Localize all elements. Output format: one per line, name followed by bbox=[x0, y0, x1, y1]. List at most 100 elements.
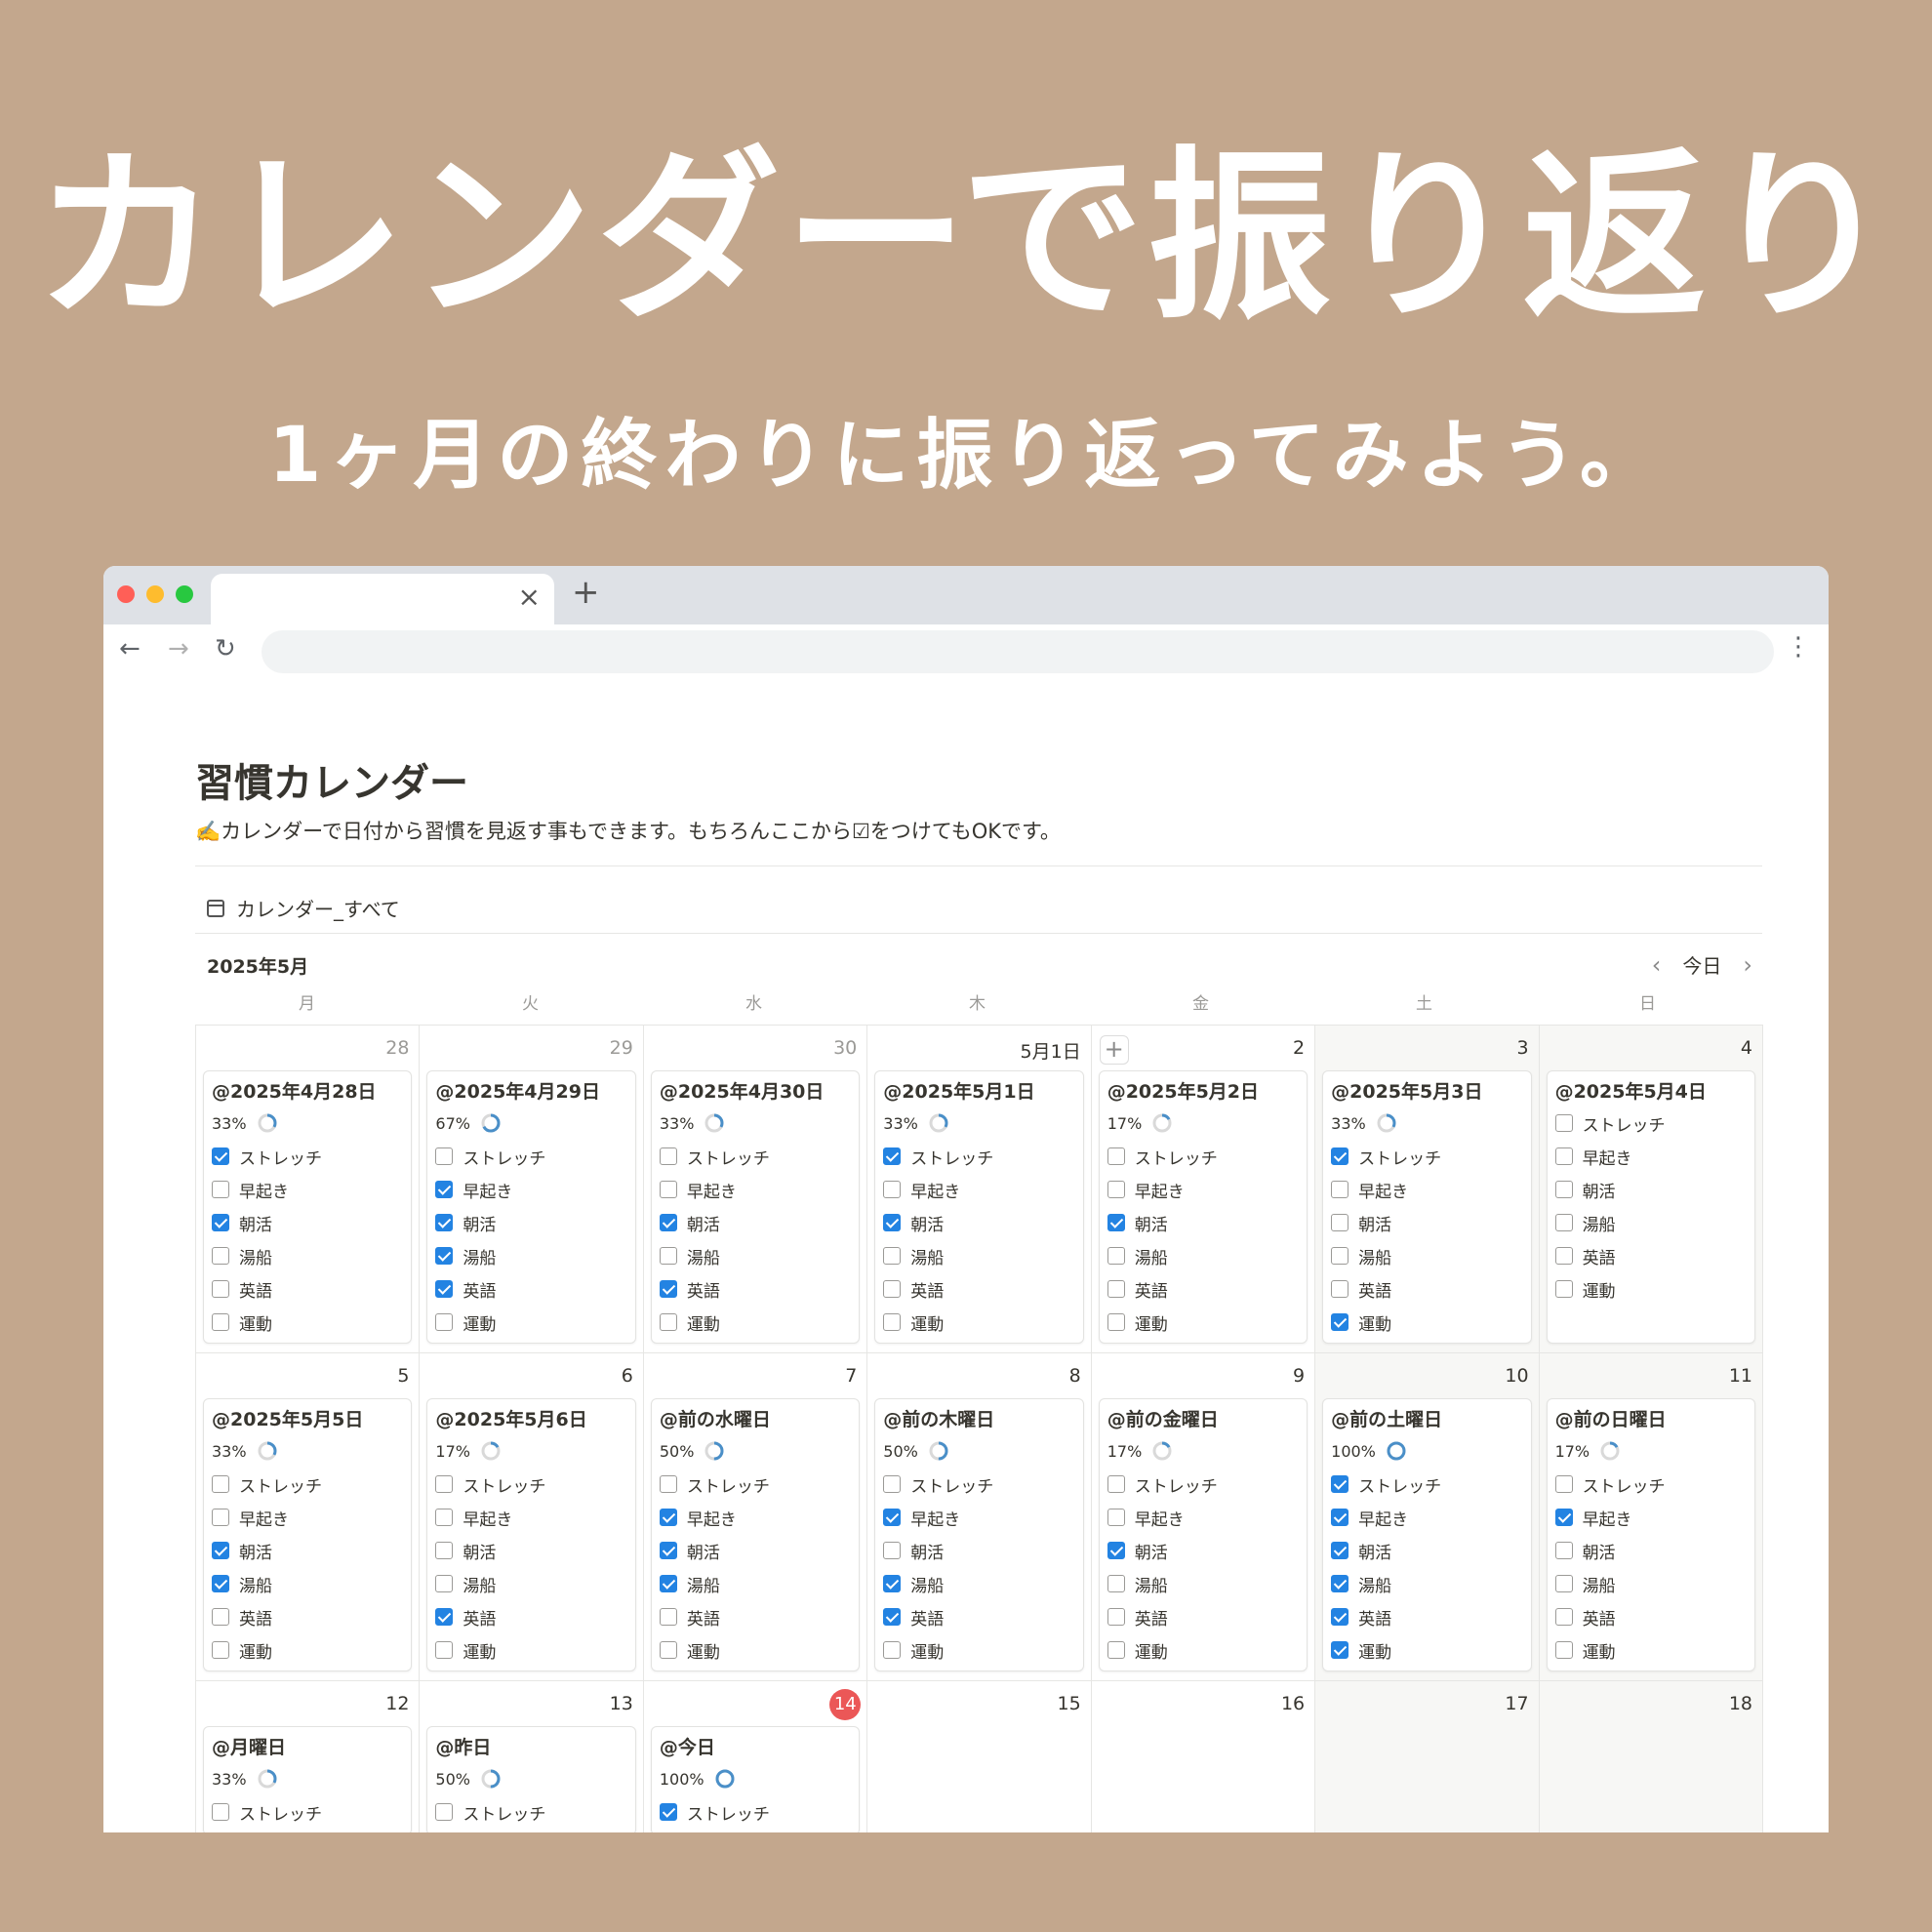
habit-item[interactable]: 朝活 bbox=[659, 1534, 851, 1567]
checkbox-unchecked[interactable] bbox=[1331, 1214, 1349, 1231]
habit-item[interactable]: 英語 bbox=[1331, 1600, 1522, 1633]
checkbox-checked[interactable] bbox=[659, 1803, 677, 1821]
checkbox-checked[interactable] bbox=[1331, 1641, 1349, 1659]
day-cell[interactable]: 5 @2025年5月5日 33% ストレッチ 早起き 朝活 湯船 英語 運動 bbox=[196, 1353, 421, 1681]
habit-item[interactable]: 運動 bbox=[883, 1633, 1074, 1667]
checkbox-unchecked[interactable] bbox=[659, 1475, 677, 1493]
day-cell[interactable]: 29 @2025年4月29日 67% ストレッチ 早起き 朝活 湯船 英語 運動 bbox=[420, 1026, 644, 1353]
checkbox-unchecked[interactable] bbox=[435, 1147, 454, 1165]
checkbox-unchecked[interactable] bbox=[435, 1313, 454, 1331]
checkbox-unchecked[interactable] bbox=[1554, 1114, 1573, 1132]
checkbox-checked[interactable] bbox=[1331, 1542, 1349, 1559]
checkbox-checked[interactable] bbox=[1107, 1542, 1125, 1559]
habit-item[interactable]: 英語 bbox=[883, 1600, 1074, 1633]
minimize-window-light[interactable] bbox=[146, 585, 164, 603]
habit-card[interactable]: @2025年5月3日 33% ストレッチ 早起き 朝活 湯船 英語 運動 bbox=[1322, 1070, 1532, 1344]
checkbox-unchecked[interactable] bbox=[883, 1641, 902, 1659]
day-cell[interactable]: 14 @今日 100% ストレッチ bbox=[643, 1681, 868, 1832]
checkbox-checked[interactable] bbox=[435, 1608, 454, 1626]
checkbox-unchecked[interactable] bbox=[212, 1475, 229, 1493]
habit-item[interactable]: 運動 bbox=[1554, 1633, 1747, 1667]
checkbox-unchecked[interactable] bbox=[1554, 1575, 1573, 1592]
checkbox-checked[interactable] bbox=[212, 1542, 229, 1559]
habit-item[interactable]: ストレッチ bbox=[212, 1140, 403, 1173]
habit-item[interactable]: ストレッチ bbox=[1107, 1468, 1299, 1501]
habit-item[interactable]: 早起き bbox=[1554, 1140, 1747, 1173]
checkbox-unchecked[interactable] bbox=[883, 1313, 902, 1331]
habit-item[interactable]: 湯船 bbox=[1554, 1206, 1747, 1239]
checkbox-unchecked[interactable] bbox=[1554, 1641, 1573, 1659]
habit-item[interactable]: 早起き bbox=[883, 1173, 1074, 1206]
checkbox-unchecked[interactable] bbox=[212, 1247, 229, 1265]
habit-item[interactable]: 英語 bbox=[435, 1600, 626, 1633]
checkbox-unchecked[interactable] bbox=[883, 1542, 902, 1559]
habit-card[interactable]: @前の日曜日 17% ストレッチ 早起き 朝活 湯船 英語 運動 bbox=[1546, 1398, 1755, 1671]
checkbox-checked[interactable] bbox=[1331, 1608, 1349, 1626]
day-cell[interactable]: 28 @2025年4月28日 33% ストレッチ 早起き 朝活 湯船 英語 運動 bbox=[196, 1026, 421, 1353]
habit-item[interactable]: 英語 bbox=[1107, 1600, 1299, 1633]
today-button[interactable]: 今日 bbox=[1682, 950, 1721, 979]
checkbox-checked[interactable] bbox=[1331, 1575, 1349, 1592]
habit-item[interactable]: 運動 bbox=[1107, 1633, 1299, 1667]
day-cell[interactable]: 7 @前の水曜日 50% ストレッチ 早起き 朝活 湯船 英語 運動 bbox=[643, 1353, 868, 1681]
habit-item[interactable]: 英語 bbox=[435, 1272, 626, 1306]
habit-item[interactable]: 運動 bbox=[1331, 1633, 1522, 1667]
habit-item[interactable]: 運動 bbox=[659, 1306, 851, 1339]
day-cell[interactable]: 13 @昨日 50% ストレッチ bbox=[420, 1681, 644, 1832]
habit-item[interactable]: 湯船 bbox=[1107, 1239, 1299, 1272]
checkbox-checked[interactable] bbox=[435, 1247, 454, 1265]
habit-item[interactable]: 湯船 bbox=[659, 1567, 851, 1600]
checkbox-unchecked[interactable] bbox=[883, 1280, 902, 1298]
browser-tab[interactable]: × bbox=[211, 574, 554, 624]
habit-item[interactable]: ストレッチ bbox=[1554, 1468, 1747, 1501]
checkbox-unchecked[interactable] bbox=[1331, 1181, 1349, 1198]
habit-card[interactable]: @2025年5月4日 ストレッチ 早起き 朝活 湯船 英語 運動 bbox=[1546, 1070, 1755, 1344]
day-cell[interactable]: 12 @月曜日 33% ストレッチ bbox=[196, 1681, 421, 1832]
habit-item[interactable]: ストレッチ bbox=[435, 1795, 626, 1829]
habit-item[interactable]: 朝活 bbox=[883, 1206, 1074, 1239]
prev-month-icon[interactable]: ‹ bbox=[1652, 951, 1662, 979]
habit-item[interactable]: ストレッチ bbox=[659, 1468, 851, 1501]
habit-card[interactable]: @今日 100% ストレッチ bbox=[650, 1726, 861, 1832]
habit-item[interactable]: 運動 bbox=[435, 1306, 626, 1339]
habit-card[interactable]: @月曜日 33% ストレッチ bbox=[203, 1726, 413, 1832]
checkbox-unchecked[interactable] bbox=[1107, 1147, 1125, 1165]
habit-item[interactable]: 朝活 bbox=[212, 1206, 403, 1239]
checkbox-unchecked[interactable] bbox=[212, 1641, 229, 1659]
habit-item[interactable]: ストレッチ bbox=[1331, 1140, 1522, 1173]
checkbox-unchecked[interactable] bbox=[659, 1147, 677, 1165]
habit-card[interactable]: @2025年5月1日 33% ストレッチ 早起き 朝活 湯船 英語 運動 bbox=[874, 1070, 1084, 1344]
habit-item[interactable]: 湯船 bbox=[1554, 1567, 1747, 1600]
day-cell[interactable]: 16 bbox=[1091, 1681, 1316, 1832]
habit-item[interactable]: 朝活 bbox=[1331, 1206, 1522, 1239]
checkbox-unchecked[interactable] bbox=[435, 1475, 454, 1493]
habit-card[interactable]: @2025年4月30日 33% ストレッチ 早起き 朝活 湯船 英語 運動 bbox=[650, 1070, 861, 1344]
habit-item[interactable]: 英語 bbox=[1554, 1239, 1747, 1272]
habit-item[interactable]: 朝活 bbox=[1554, 1173, 1747, 1206]
checkbox-unchecked[interactable] bbox=[1554, 1147, 1573, 1165]
checkbox-unchecked[interactable] bbox=[1554, 1280, 1573, 1298]
habit-item[interactable]: 英語 bbox=[1554, 1600, 1747, 1633]
habit-card[interactable]: @2025年4月28日 33% ストレッチ 早起き 朝活 湯船 英語 運動 bbox=[203, 1070, 413, 1344]
habit-item[interactable]: 早起き bbox=[1331, 1173, 1522, 1206]
habit-item[interactable]: 英語 bbox=[212, 1600, 403, 1633]
habit-card[interactable]: @前の金曜日 17% ストレッチ 早起き 朝活 湯船 英語 運動 bbox=[1098, 1398, 1308, 1671]
checkbox-checked[interactable] bbox=[659, 1280, 677, 1298]
checkbox-checked[interactable] bbox=[659, 1509, 677, 1526]
new-tab-icon[interactable]: + bbox=[572, 576, 600, 609]
day-cell[interactable]: 15 bbox=[867, 1681, 1092, 1832]
habit-item[interactable]: ストレッチ bbox=[212, 1468, 403, 1501]
checkbox-unchecked[interactable] bbox=[1554, 1542, 1573, 1559]
checkbox-unchecked[interactable] bbox=[1554, 1181, 1573, 1198]
checkbox-checked[interactable] bbox=[212, 1214, 229, 1231]
close-tab-icon[interactable]: × bbox=[518, 584, 541, 611]
habit-item[interactable]: 朝活 bbox=[883, 1534, 1074, 1567]
habit-item[interactable]: 英語 bbox=[212, 1272, 403, 1306]
checkbox-unchecked[interactable] bbox=[659, 1313, 677, 1331]
habit-item[interactable]: 湯船 bbox=[212, 1567, 403, 1600]
habit-item[interactable]: ストレッチ bbox=[435, 1140, 626, 1173]
checkbox-unchecked[interactable] bbox=[1107, 1313, 1125, 1331]
day-cell[interactable]: 5月1日 @2025年5月1日 33% ストレッチ 早起き 朝活 湯船 英語 運動 bbox=[867, 1026, 1092, 1353]
habit-item[interactable]: ストレッチ bbox=[659, 1140, 851, 1173]
next-month-icon[interactable]: › bbox=[1743, 951, 1752, 979]
